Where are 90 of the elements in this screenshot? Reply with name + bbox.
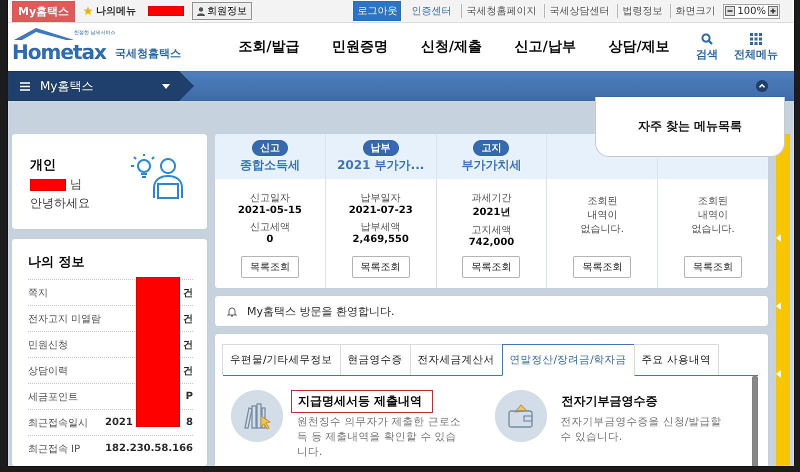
zoom-in-icon[interactable] xyxy=(768,6,778,16)
list-button[interactable]: 목록조회 xyxy=(352,256,410,278)
zoom-out-icon[interactable] xyxy=(725,6,736,16)
scrollbar[interactable] xyxy=(752,376,758,466)
top-link[interactable]: 국세청홈페이지 xyxy=(461,4,540,18)
info-label: 전자고지 미열람 xyxy=(28,312,102,326)
status-badge: 납부 xyxy=(362,140,399,156)
main-menu-item[interactable]: 신고/납부 xyxy=(514,38,576,56)
roof-icon xyxy=(14,27,74,41)
search-icon xyxy=(701,32,713,44)
zoom-value: 100% xyxy=(737,6,766,16)
logout-button[interactable]: 로그아웃 xyxy=(353,1,402,21)
info-value: 건 xyxy=(183,364,193,378)
field-value: 2,469,550 xyxy=(352,234,409,245)
user-type: 개인 xyxy=(30,157,57,174)
field-label: 과세기간 xyxy=(471,192,512,205)
info-label: 상담이력 xyxy=(28,364,68,378)
main-menu-item[interactable]: 상담/제보 xyxy=(608,38,670,56)
greeting: 안녕하세요 xyxy=(30,195,91,212)
top-link[interactable]: 법령정보 xyxy=(617,4,666,18)
main-menu-item[interactable]: 민원증명 xyxy=(332,38,388,56)
info-label: 최근접속일시 xyxy=(28,416,88,430)
popup-title: 자주 찾는 메뉴목록 xyxy=(638,118,742,135)
field-label: 신고세액 xyxy=(250,221,290,234)
list-button[interactable]: 목록조회 xyxy=(240,256,299,278)
menu-icon xyxy=(20,82,30,90)
tax-title: 종합소득세 xyxy=(240,156,300,174)
logo-text: Hometax xyxy=(12,40,106,64)
field-label: 납부일자 xyxy=(360,192,401,205)
person-icon xyxy=(197,6,206,16)
tab[interactable]: 연말정산/장려금/학자금 xyxy=(502,344,635,376)
star-icon xyxy=(83,6,94,16)
list-button[interactable]: 목록조회 xyxy=(573,256,632,278)
field-value: 2021-05-15 xyxy=(238,205,302,216)
info-value: 건 xyxy=(183,312,193,326)
search-button[interactable]: 검색 xyxy=(696,32,718,62)
list-button[interactable]: 목록조회 xyxy=(462,256,520,278)
field-value: 2021년 xyxy=(472,206,510,219)
member-info-button[interactable]: 회원정보 xyxy=(192,2,252,20)
info-value: 건 xyxy=(183,338,193,352)
zoom-label: 화면크기 xyxy=(670,4,720,18)
section-title: 나의 정보 xyxy=(28,254,86,271)
info-value: 182.230.58.166 xyxy=(105,443,193,454)
wallet-icon xyxy=(506,403,534,429)
arrow-left-icon[interactable] xyxy=(776,234,781,242)
grid-icon xyxy=(750,32,762,44)
field-label: 납부세액 xyxy=(360,221,401,234)
info-label: 세금포인트 xyxy=(28,390,78,404)
logo-subtitle: 국세청홈택스 xyxy=(115,46,181,61)
info-value: P xyxy=(186,391,193,402)
field-value: 742,000 xyxy=(468,237,514,248)
arrow-left-icon[interactable] xyxy=(776,370,781,378)
info-label: 최근접속 IP xyxy=(28,442,80,456)
field-value: 2021-07-23 xyxy=(348,205,413,216)
all-menu-button[interactable]: 전체메뉴 xyxy=(734,32,778,62)
main-menu-item[interactable]: 조회/발급 xyxy=(238,38,300,56)
info-label: 민원신청 xyxy=(28,338,68,352)
service-title[interactable]: 지급명세서등 제출내역 xyxy=(291,390,434,413)
status-badge: 고지 xyxy=(473,140,510,156)
empty-message: 조회된 내역이 없습니다. xyxy=(690,195,736,237)
my-menu-link[interactable]: 나의메뉴 xyxy=(79,4,140,18)
notice-text: My홈택스 방문을 환영합니다. xyxy=(247,304,394,318)
books-icon xyxy=(242,402,272,430)
info-value: 2021 xyxy=(105,417,133,428)
main-menu-item[interactable]: 신청/제출 xyxy=(420,38,482,56)
field-value: 0 xyxy=(266,234,274,245)
collapse-icon[interactable] xyxy=(756,80,768,92)
caret-icon xyxy=(162,84,170,88)
empty-message: 조회된 내역이 없습니다. xyxy=(580,195,625,237)
arrow-left-icon[interactable] xyxy=(776,302,781,310)
top-link[interactable]: 국세상담센터 xyxy=(544,4,614,18)
info-value: 8 xyxy=(186,417,193,428)
info-label: 쪽지 xyxy=(28,286,48,300)
status-badge: 신고 xyxy=(252,140,288,156)
tab[interactable]: 주요 사용내역 xyxy=(634,344,719,375)
service-description: 전자기부금영수증을 신청/발급할 수 있습니다. xyxy=(560,415,722,445)
tax-title: 2021 부가가... xyxy=(337,156,424,174)
bell-icon xyxy=(227,306,237,316)
cert-center-link[interactable]: 인증센터 xyxy=(405,4,458,18)
field-label: 신고일자 xyxy=(250,192,290,205)
my-hometax-tab[interactable]: My홈택스 xyxy=(12,0,76,22)
tax-title: 부가가치세 xyxy=(461,156,522,174)
info-value: 건 xyxy=(183,286,193,300)
name-suffix: 님 xyxy=(70,176,82,193)
field-label: 고지세액 xyxy=(471,224,512,237)
service-title[interactable]: 전자기부금영수증 xyxy=(554,390,668,413)
my-hometax-menu[interactable]: My홈택스 xyxy=(8,71,194,101)
tab[interactable]: 우편물/기타세무정보 xyxy=(222,344,341,375)
list-button[interactable]: 목록조회 xyxy=(684,256,742,278)
service-description: 원천징수 의무자가 제출한 근로소득 등 제출내역을 확인할 수 있습니다. xyxy=(297,415,462,460)
